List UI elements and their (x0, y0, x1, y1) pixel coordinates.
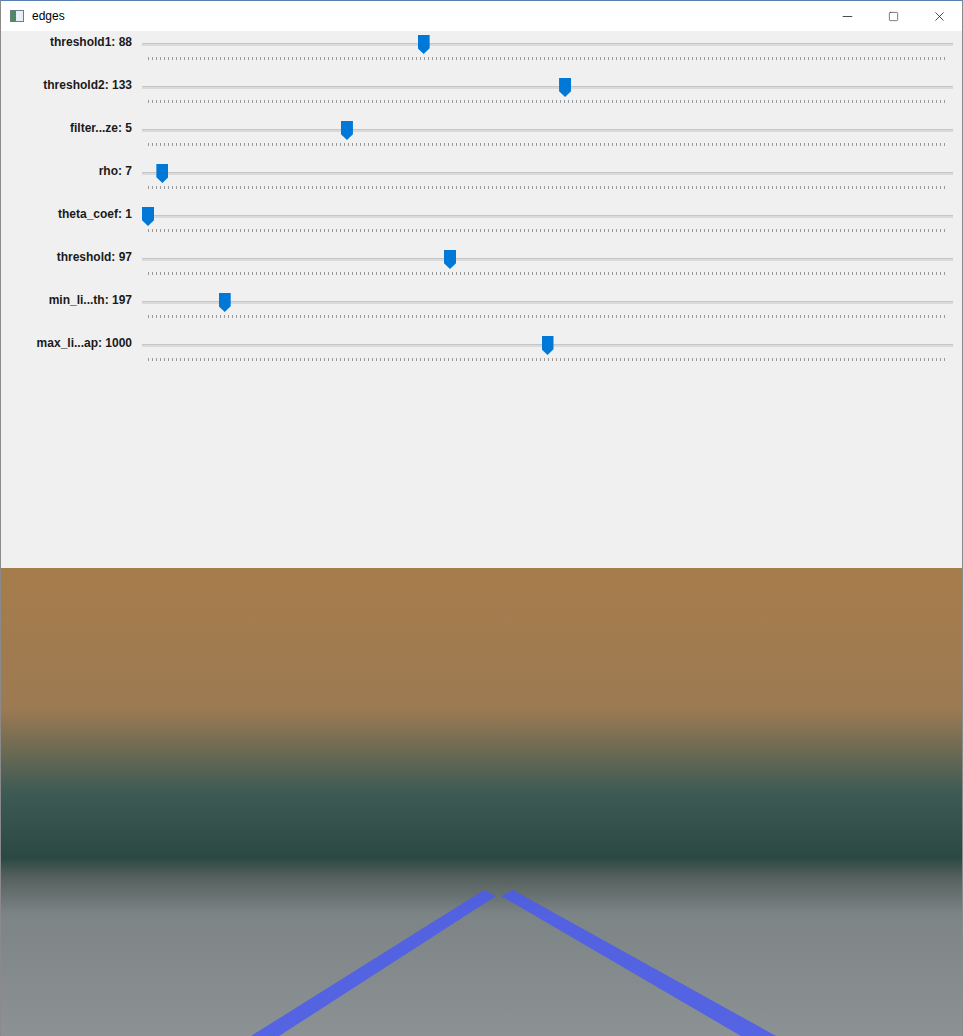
trackbar-label: max_li...ap: 1000 (1, 332, 132, 350)
trackbar-label: threshold2: 133 (1, 74, 132, 92)
trackbar-track (142, 172, 953, 175)
trackbar-track (142, 301, 953, 304)
trackbar-row: threshold1: 88 (1, 31, 962, 74)
maximize-button[interactable] (870, 1, 916, 31)
trackbar-row: rho: 7 (1, 160, 962, 203)
trackbar-ticks (148, 229, 947, 232)
trackbar-ticks (148, 358, 947, 361)
trackbar-ticks (148, 100, 947, 103)
trackbar-label: min_li...th: 197 (1, 289, 132, 307)
trackbar[interactable] (142, 203, 953, 246)
trackbar-thumb[interactable] (219, 293, 231, 312)
window: edges threshold1: 88 threshold2: 133 filter… (0, 0, 963, 1036)
trackbar[interactable] (142, 160, 953, 203)
trackbar-row: threshold2: 133 (1, 74, 962, 117)
trackbar-ticks (148, 143, 947, 146)
trackbar-label: filter...ze: 5 (1, 117, 132, 135)
trackbar-thumb[interactable] (142, 207, 154, 226)
trackbar[interactable] (142, 31, 953, 74)
lane-lines-icon (1, 568, 962, 1036)
trackbar-ticks (148, 315, 947, 318)
trackbar-row: max_li...ap: 1000 (1, 332, 962, 375)
minimize-icon (840, 9, 855, 24)
trackbar-label: theta_coef: 1 (1, 203, 132, 221)
trackbar-label: rho: 7 (1, 160, 132, 178)
trackbar-track (142, 258, 953, 261)
trackbar-thumb[interactable] (418, 35, 430, 54)
app-icon (10, 10, 24, 22)
trackbar-track (142, 215, 953, 218)
trackbar-label: threshold1: 88 (1, 31, 132, 49)
trackbar-ticks (148, 272, 947, 275)
trackbar-thumb[interactable] (542, 336, 554, 355)
trackbar[interactable] (142, 74, 953, 117)
trackbar-track (142, 43, 953, 46)
trackbar-thumb[interactable] (559, 78, 571, 97)
trackbar-row: filter...ze: 5 (1, 117, 962, 160)
trackbar-row: min_li...th: 197 (1, 289, 962, 332)
close-button[interactable] (916, 1, 962, 31)
close-icon (932, 9, 947, 24)
trackbar-thumb[interactable] (156, 164, 168, 183)
title-bar: edges (1, 1, 962, 31)
trackbar[interactable] (142, 246, 953, 289)
trackbar-row: theta_coef: 1 (1, 203, 962, 246)
trackbar-label: threshold: 97 (1, 246, 132, 264)
trackbar-row: threshold: 97 (1, 246, 962, 289)
trackbar[interactable] (142, 332, 953, 375)
trackbar-ticks (148, 57, 947, 60)
image-view (1, 568, 962, 1036)
trackbar[interactable] (142, 289, 953, 332)
minimize-button[interactable] (824, 1, 870, 31)
trackbar-track (142, 129, 953, 132)
maximize-icon (888, 11, 899, 22)
window-title: edges (32, 9, 824, 23)
trackbar-thumb[interactable] (444, 250, 456, 269)
trackbar-panel: threshold1: 88 threshold2: 133 filter...ze… (1, 31, 962, 568)
trackbar-ticks (148, 186, 947, 189)
trackbar-track (142, 86, 953, 89)
trackbar-thumb[interactable] (341, 121, 353, 140)
trackbar[interactable] (142, 117, 953, 160)
